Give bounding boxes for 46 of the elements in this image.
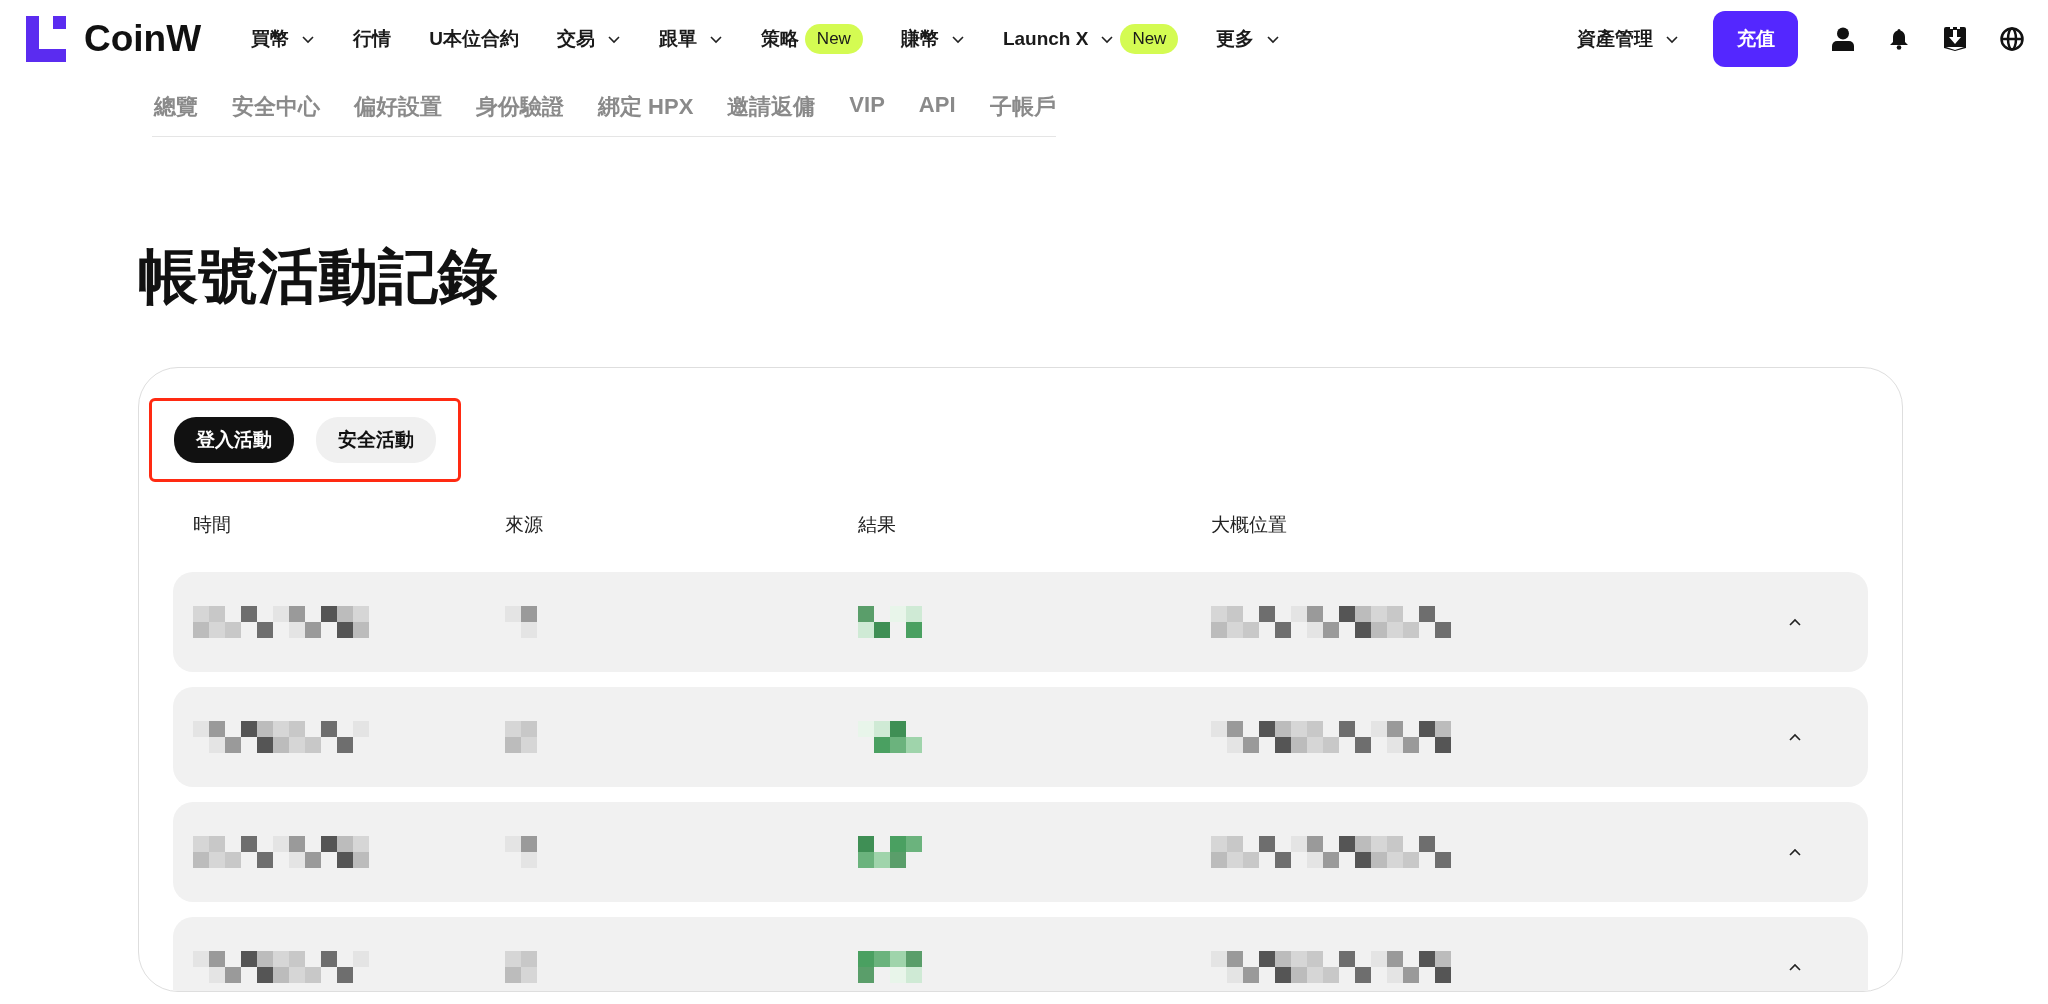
pixelated-block xyxy=(858,721,922,753)
caret-icon xyxy=(606,34,621,44)
column-header: 結果 xyxy=(858,513,897,537)
page-title: 帳號活動記錄 xyxy=(138,247,499,307)
assets-menu[interactable]: 資產管理 xyxy=(1577,26,1679,52)
nav-link[interactable]: 賺幣 xyxy=(900,26,965,52)
filter-tab[interactable]: 安全活動 xyxy=(316,417,436,463)
column-header: 大概位置 xyxy=(1211,513,1288,537)
nav-link[interactable]: 策略 xyxy=(760,26,799,52)
chevron-up-icon[interactable] xyxy=(1788,962,1802,972)
new-badge: New xyxy=(1120,24,1179,54)
pixelated-block xyxy=(505,721,537,753)
pixelated-block xyxy=(505,836,537,868)
pixelated-block xyxy=(505,951,537,983)
caret-icon xyxy=(1100,34,1115,44)
chevron-up-icon[interactable] xyxy=(1788,847,1802,857)
deposit-button[interactable]: 充值 xyxy=(1713,11,1798,67)
nav-link[interactable]: Launch X xyxy=(1002,28,1115,50)
nav-link[interactable]: U本位合約 xyxy=(429,26,519,52)
chevron-up-icon[interactable] xyxy=(1788,617,1802,627)
table-row[interactable] xyxy=(173,917,1868,991)
pixelated-block xyxy=(858,951,922,983)
pixelated-block xyxy=(858,606,922,638)
column-header: 時間 xyxy=(193,513,232,537)
caret-icon xyxy=(1266,34,1281,44)
nav-link[interactable]: 跟單 xyxy=(658,26,723,52)
nav-link[interactable]: 更多 xyxy=(1216,26,1281,52)
logo-text: CoinW xyxy=(84,18,202,60)
pixelated-block xyxy=(858,836,922,868)
download-icon[interactable] xyxy=(1944,27,1966,51)
column-header: 來源 xyxy=(505,513,544,537)
new-badge: New xyxy=(804,24,863,54)
caret-icon xyxy=(1665,34,1679,44)
pixelated-block xyxy=(505,606,537,638)
nav-link[interactable]: 買幣 xyxy=(251,26,316,52)
logo-icon xyxy=(26,16,66,62)
nav-link[interactable]: 交易 xyxy=(556,26,621,52)
caret-icon xyxy=(708,34,723,44)
nav-link[interactable]: 行情 xyxy=(353,26,392,52)
caret-icon xyxy=(301,34,316,44)
bell-icon[interactable] xyxy=(1888,28,1910,50)
filter-tab[interactable]: 登入活動 xyxy=(174,417,294,463)
globe-icon[interactable] xyxy=(2000,27,2024,51)
user-icon[interactable] xyxy=(1832,27,1854,51)
chevron-up-icon[interactable] xyxy=(1788,732,1802,742)
caret-icon xyxy=(950,34,965,44)
